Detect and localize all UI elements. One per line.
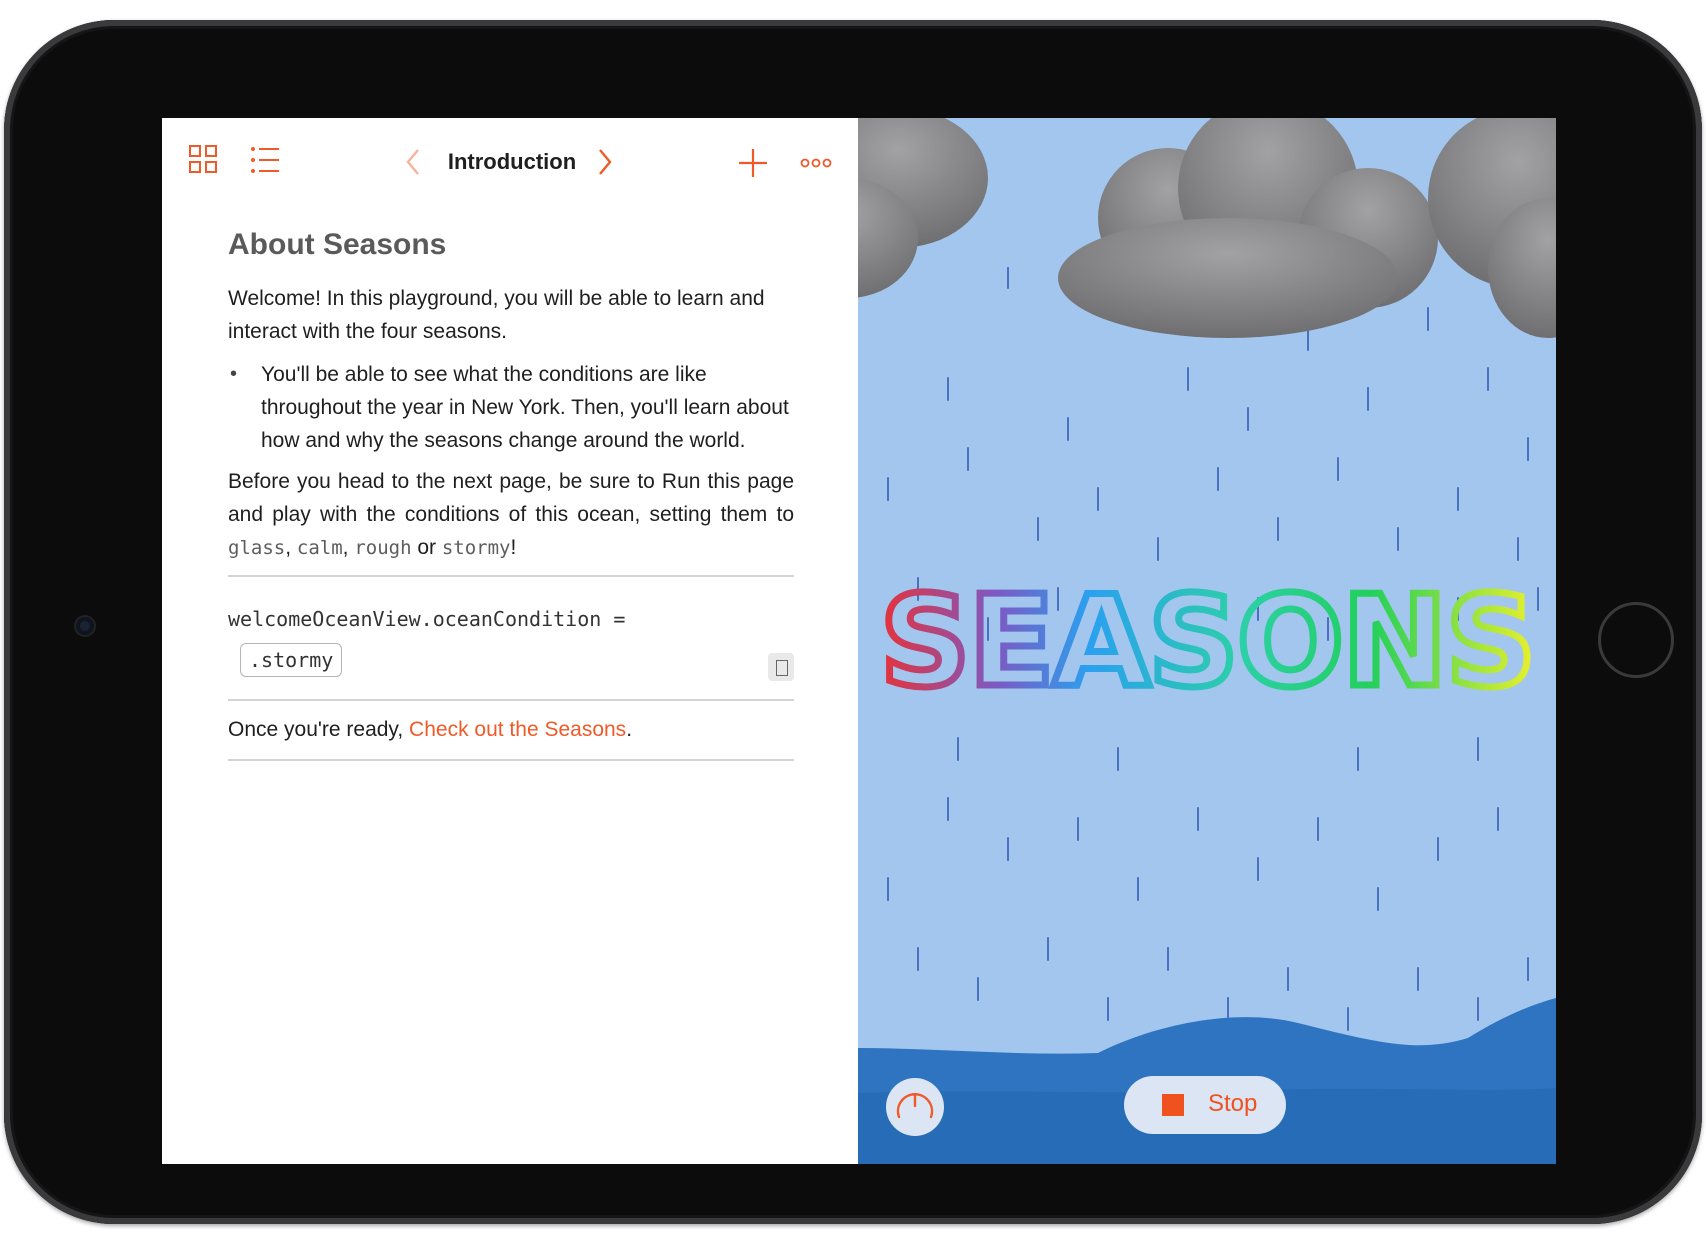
document-pane: Introduction About Seasons Welcome! In t… (162, 118, 858, 1164)
check-out-seasons-link[interactable]: Check out the Seasons (409, 718, 626, 741)
grid-icon[interactable] (188, 144, 218, 174)
plus-icon[interactable] (738, 148, 768, 178)
chevron-right-icon[interactable] (596, 148, 614, 176)
intro-paragraph: Welcome! In this playground, you will be… (228, 287, 765, 343)
list-item: • You'll be able to see what the conditi… (228, 358, 794, 457)
list-icon[interactable] (250, 146, 280, 174)
page-title: Introduction (447, 149, 577, 174)
storm-clouds (858, 118, 1556, 338)
code-option-calm: calm (296, 537, 343, 559)
live-view-scene: SEASONS (858, 118, 1556, 1164)
footer-line: Once you're ready, Check out the Seasons… (228, 718, 633, 741)
ocean-condition-token[interactable]: .stormy (240, 643, 343, 677)
screen: Introduction About Seasons Welcome! In t… (162, 118, 1556, 1164)
section-heading: About Seasons (228, 228, 447, 261)
home-button[interactable] (1598, 602, 1674, 678)
document-content: About Seasons Welcome! In this playgroun… (228, 228, 794, 761)
speedometer-icon (896, 1093, 934, 1119)
camera (76, 617, 94, 635)
stop-button[interactable]: Stop (1124, 1076, 1286, 1134)
live-view[interactable]: SEASONS Stop (858, 118, 1556, 1164)
code-option-stormy: stormy (441, 537, 511, 559)
code-option-rough: rough (354, 537, 412, 559)
keyboard-toggle-icon[interactable] (768, 653, 794, 681)
divider (228, 759, 794, 761)
speedometer-button[interactable] (886, 1078, 944, 1136)
instructions-paragraph: Before you head to the next page, be sur… (228, 470, 794, 559)
bullet-list: • You'll be able to see what the conditi… (228, 358, 794, 457)
code-editor[interactable]: welcomeOceanView.oceanCondition = .storm… (228, 577, 794, 699)
stop-icon (1162, 1094, 1184, 1116)
stop-label: Stop (1208, 1090, 1258, 1117)
seasons-title: SEASONS (880, 568, 1534, 715)
more-icon[interactable] (800, 156, 832, 170)
ipad-frame: Introduction About Seasons Welcome! In t… (4, 20, 1702, 1224)
bullet-dot: • (230, 363, 238, 385)
code-line[interactable]: welcomeOceanView.oceanCondition = (228, 603, 794, 635)
code-option-glass: glass (228, 537, 286, 559)
